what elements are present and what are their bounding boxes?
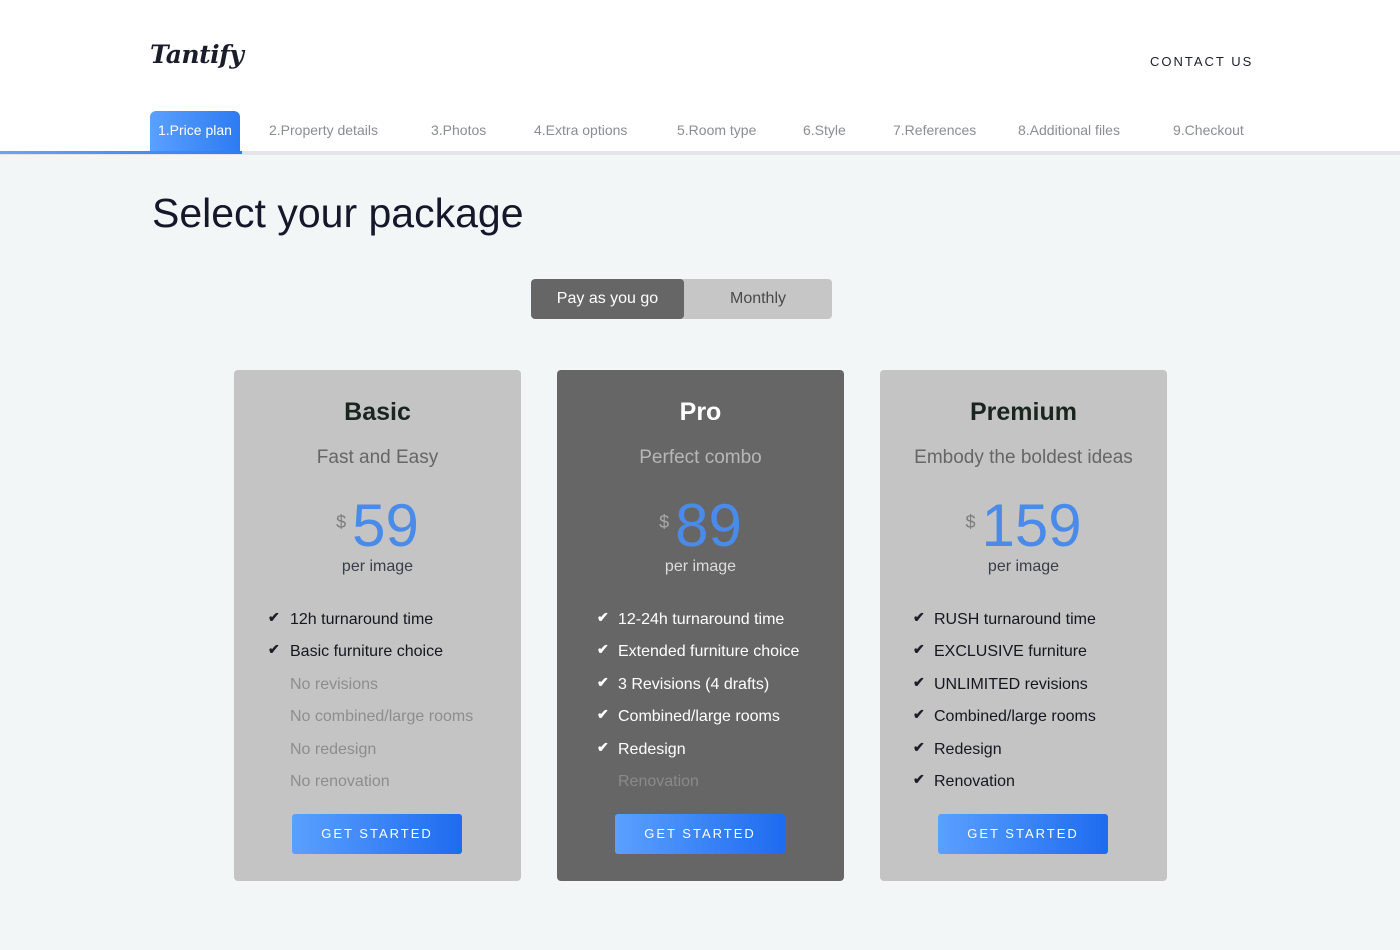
check-icon: ✔ — [597, 738, 609, 755]
feature-text: Renovation — [618, 772, 699, 790]
price-unit: per image — [664, 558, 737, 575]
plan-tagline: Fast and Easy — [316, 447, 439, 468]
feature-list: ✔ 12-24h turnaround time ✔ Extended furnit… — [557, 608, 844, 802]
feature-item: ✔ Redesign — [557, 738, 844, 770]
feature-text: No combined/large rooms — [290, 708, 474, 726]
feature-item: No renovation — [234, 770, 521, 802]
brand-logo[interactable]: Tantify — [150, 40, 244, 69]
feature-text: Combined/large rooms — [618, 708, 780, 726]
currency-symbol: $ — [659, 512, 670, 532]
check-icon: ✔ — [597, 706, 609, 723]
feature-item: ✔ 12h turnaround time — [234, 608, 521, 640]
billing-toggle: Pay as you go Monthly — [531, 279, 832, 319]
feature-item: ✔ RUSH turnaround time — [880, 608, 1167, 640]
feature-text: No redesign — [290, 740, 377, 758]
price-unit: per image — [341, 558, 414, 575]
feature-text: RUSH turnaround time — [934, 611, 1096, 628]
feature-item: ✔ Combined/large rooms — [880, 705, 1167, 737]
feature-text: 12h turnaround time — [290, 611, 434, 628]
check-icon: ✔ — [913, 706, 925, 723]
tab-style[interactable]: 6.Style — [803, 111, 846, 153]
check-icon: ✔ — [597, 641, 609, 658]
feature-text: Renovation — [934, 772, 1015, 790]
plan-price: $59 — [234, 490, 521, 562]
currency-symbol: $ — [965, 512, 976, 532]
feature-item: ✔ Combined/large rooms — [557, 705, 844, 737]
tab-room-type[interactable]: 5.Room type — [677, 111, 756, 153]
tab-property-details[interactable]: 2.Property details — [269, 111, 378, 153]
price-amount: 159 — [981, 492, 1082, 559]
check-icon: ✔ — [268, 641, 280, 658]
feature-text: No revisions — [290, 675, 379, 693]
check-icon: ✔ — [913, 609, 925, 625]
check-icon: ✔ — [913, 673, 925, 690]
plan-name: Premium — [970, 398, 1077, 426]
plan-name: Basic — [344, 398, 411, 426]
feature-item: ✔ EXCLUSIVE furniture — [880, 640, 1167, 672]
plan-tagline: Embody the boldest ideas — [914, 447, 1133, 468]
tab-additional-files[interactable]: 8.Additional files — [1018, 111, 1120, 153]
currency-symbol: $ — [336, 512, 347, 532]
feature-item: ✔ 3 Revisions (4 drafts) — [557, 673, 844, 705]
feature-item: No combined/large rooms — [234, 705, 521, 737]
contact-us-link[interactable]: CONTACT US — [1150, 54, 1253, 69]
feature-text: Extended furniture choice — [618, 643, 800, 661]
site-header: Tantify CONTACT US 1.Price plan 2.Proper… — [0, 0, 1400, 153]
feature-text: EXCLUSIVE furniture — [934, 643, 1087, 661]
check-icon: ✔ — [913, 641, 925, 658]
check-icon: ✔ — [913, 738, 925, 755]
plan-card-basic: Basic Fast and Easy $59 per image ✔ 12h t… — [234, 370, 521, 881]
check-icon: ✔ — [268, 609, 280, 625]
plan-name: Pro — [679, 398, 722, 426]
feature-text: UNLIMITED revisions — [934, 675, 1088, 693]
get-started-button[interactable]: GET STARTED — [615, 814, 785, 854]
feature-item: ✔ Redesign — [880, 738, 1167, 770]
check-icon: ✔ — [597, 673, 609, 690]
feature-list: ✔ 12h turnaround time ✔ Basic furniture ch… — [234, 608, 521, 802]
feature-item: ✔ 12-24h turnaround time — [557, 608, 844, 640]
feature-item: Renovation — [557, 770, 844, 802]
tab-extra-options[interactable]: 4.Extra options — [534, 111, 627, 153]
feature-text: Combined/large rooms — [934, 708, 1096, 726]
plan-tagline: Perfect combo — [639, 447, 762, 468]
check-icon: ✔ — [913, 770, 925, 787]
toggle-pay-as-you-go[interactable]: Pay as you go — [531, 279, 684, 319]
price-amount: 59 — [352, 492, 419, 559]
toggle-monthly[interactable]: Monthly — [684, 279, 832, 319]
tab-photos[interactable]: 3.Photos — [431, 111, 486, 153]
feature-text: 12-24h turnaround time — [618, 611, 785, 628]
feature-text: 3 Revisions (4 drafts) — [618, 675, 770, 693]
feature-text: Basic furniture choice — [290, 643, 443, 661]
feature-text: Redesign — [618, 740, 686, 758]
price-unit: per image — [987, 558, 1060, 575]
step-tabs: 1.Price plan 2.Property details 3.Photos… — [0, 110, 1400, 153]
tab-price-plan[interactable]: 1.Price plan — [150, 111, 240, 153]
feature-text: No renovation — [290, 772, 390, 790]
feature-item: No redesign — [234, 738, 521, 770]
feature-list: ✔ RUSH turnaround time ✔ EXCLUSIVE furnitu… — [880, 608, 1167, 802]
feature-item: ✔ Basic furniture choice — [234, 640, 521, 672]
step-progress-indicator — [0, 151, 242, 154]
plan-card-pro: Pro Perfect combo $89 per image ✔ 12-24h … — [557, 370, 844, 881]
feature-item: ✔ Extended furniture choice — [557, 640, 844, 672]
plan-price: $159 — [880, 490, 1167, 562]
feature-item: No revisions — [234, 673, 521, 705]
feature-text: Redesign — [934, 740, 1002, 758]
price-amount: 89 — [675, 492, 742, 559]
get-started-button[interactable]: GET STARTED — [938, 814, 1108, 854]
check-icon: ✔ — [597, 609, 609, 625]
tab-checkout[interactable]: 9.Checkout — [1173, 111, 1244, 153]
feature-item: ✔ UNLIMITED revisions — [880, 673, 1167, 705]
plan-card-premium: Premium Embody the boldest ideas $159 pe… — [880, 370, 1167, 881]
feature-item: ✔ Renovation — [880, 770, 1167, 802]
plan-price: $89 — [557, 490, 844, 562]
get-started-button[interactable]: GET STARTED — [292, 814, 462, 854]
tab-references[interactable]: 7.References — [893, 111, 976, 153]
page-title: Select your package — [152, 190, 524, 236]
